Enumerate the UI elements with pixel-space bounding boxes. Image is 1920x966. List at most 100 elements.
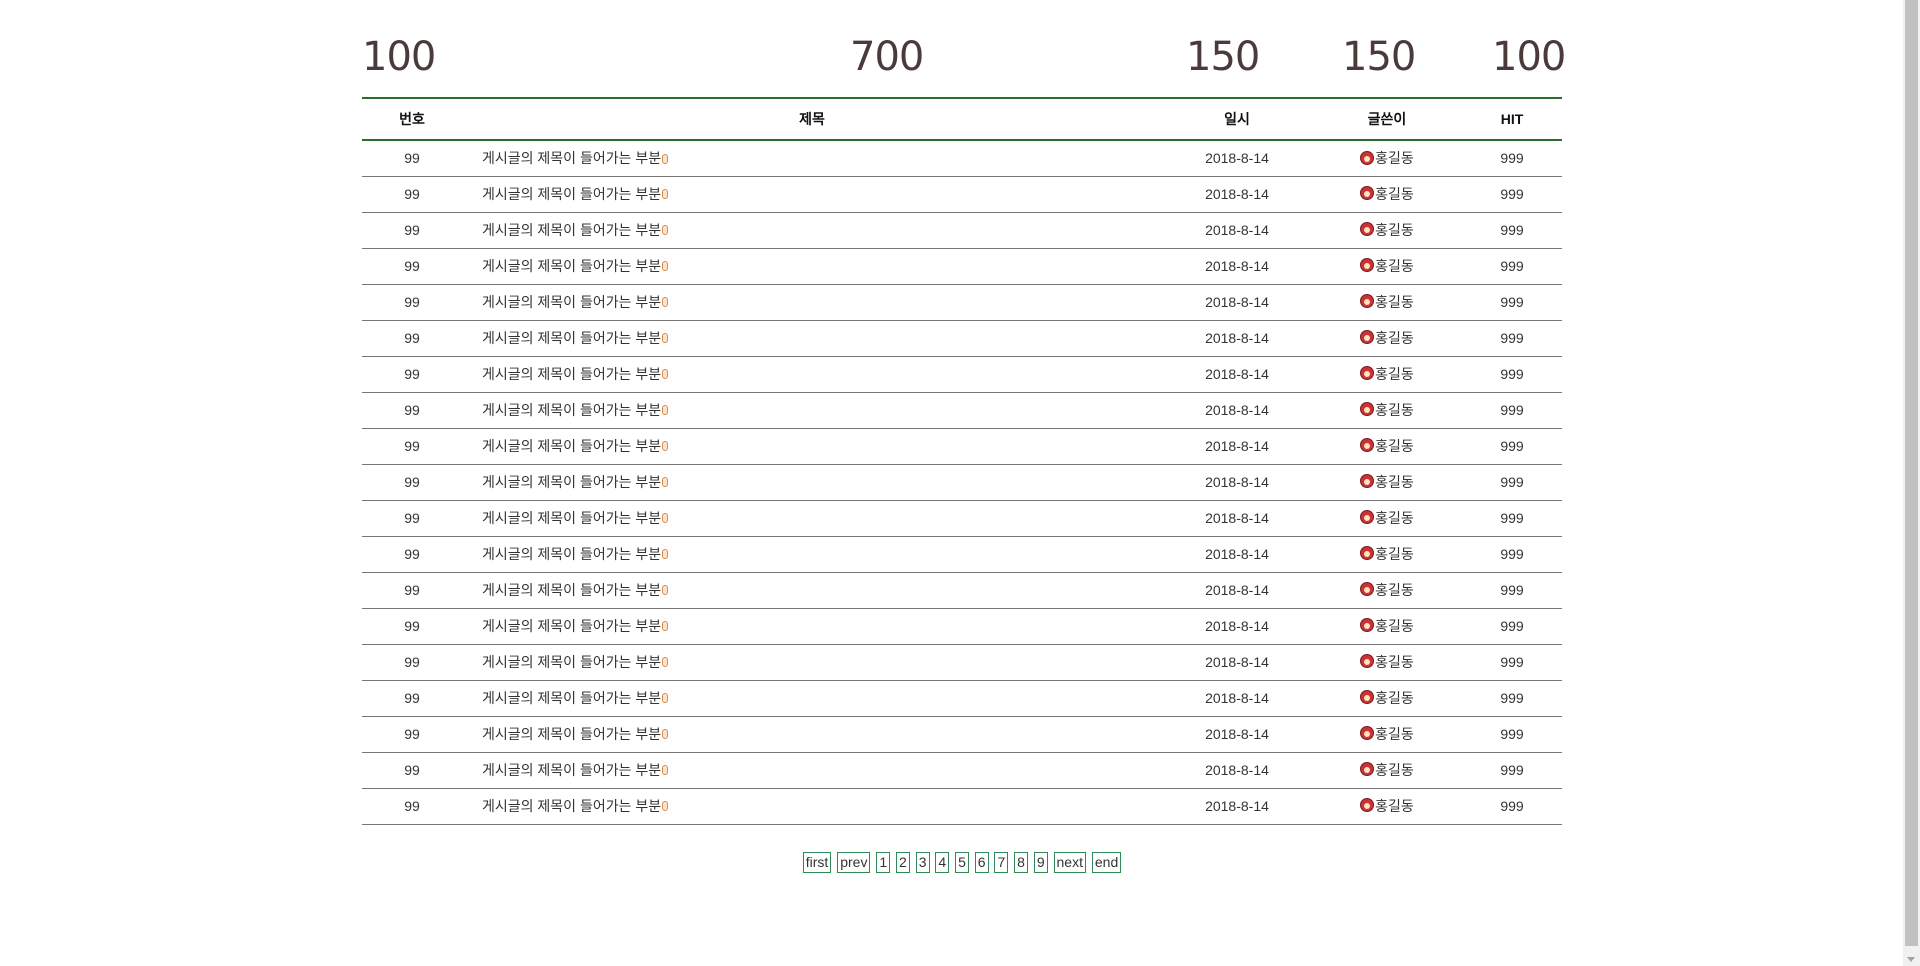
- table-row[interactable]: 99 게시글의 제목이 들어가는 부분 2018-8-14 홍길동 999: [362, 248, 1562, 284]
- new-icon: [662, 765, 669, 776]
- row-title-link[interactable]: 게시글의 제목이 들어가는 부분: [482, 402, 661, 418]
- row-title-link[interactable]: 게시글의 제목이 들어가는 부분: [482, 366, 661, 382]
- page-3-button[interactable]: 3: [915, 852, 930, 873]
- vertical-scrollbar[interactable]: [1903, 0, 1920, 966]
- table-row[interactable]: 99 게시글의 제목이 들어가는 부분 2018-8-14 홍길동 999: [362, 140, 1562, 176]
- table-row[interactable]: 99 게시글의 제목이 들어가는 부분 2018-8-14 홍길동 999: [362, 212, 1562, 248]
- row-title-cell[interactable]: 게시글의 제목이 들어가는 부분: [462, 320, 1162, 356]
- row-title-cell[interactable]: 게시글의 제목이 들어가는 부분: [462, 212, 1162, 248]
- avatar-icon: [1360, 258, 1375, 273]
- row-title-cell[interactable]: 게시글의 제목이 들어가는 부분: [462, 500, 1162, 536]
- row-title-link[interactable]: 게시글의 제목이 들어가는 부분: [482, 798, 661, 814]
- pagination: first prev 1 2 3 4 5 6 7 8 9 next end: [0, 852, 1920, 873]
- row-title-link[interactable]: 게시글의 제목이 들어가는 부분: [482, 726, 661, 742]
- row-title-cell[interactable]: 게시글의 제목이 들어가는 부분: [462, 536, 1162, 572]
- table-row[interactable]: 99 게시글의 제목이 들어가는 부분 2018-8-14 홍길동 999: [362, 536, 1562, 572]
- row-title-link[interactable]: 게시글의 제목이 들어가는 부분: [482, 510, 661, 526]
- row-date: 2018-8-14: [1205, 798, 1269, 814]
- table-row[interactable]: 99 게시글의 제목이 들어가는 부분 2018-8-14 홍길동 999: [362, 392, 1562, 428]
- table-row[interactable]: 99 게시글의 제목이 들어가는 부분 2018-8-14 홍길동 999: [362, 680, 1562, 716]
- page-7-button[interactable]: 7: [994, 852, 1009, 873]
- page-1-button[interactable]: 1: [876, 852, 891, 873]
- row-title-cell[interactable]: 게시글의 제목이 들어가는 부분: [462, 356, 1162, 392]
- row-title-link[interactable]: 게시글의 제목이 들어가는 부분: [482, 186, 661, 202]
- row-title-link[interactable]: 게시글의 제목이 들어가는 부분: [482, 582, 661, 598]
- width-label-num: 100: [362, 34, 436, 80]
- row-title-cell[interactable]: 게시글의 제목이 들어가는 부분: [462, 752, 1162, 788]
- page-9-button[interactable]: 9: [1033, 852, 1048, 873]
- page-prev-button[interactable]: prev: [837, 852, 871, 873]
- table-row[interactable]: 99 게시글의 제목이 들어가는 부분 2018-8-14 홍길동 999: [362, 428, 1562, 464]
- row-title-link[interactable]: 게시글의 제목이 들어가는 부분: [482, 150, 661, 166]
- page-8-button[interactable]: 8: [1014, 852, 1028, 873]
- new-icon: [662, 369, 669, 380]
- row-author: 홍길동: [1375, 726, 1414, 742]
- new-icon: [662, 225, 669, 236]
- new-icon: [662, 405, 669, 416]
- row-title-cell[interactable]: 게시글의 제목이 들어가는 부분: [462, 464, 1162, 500]
- row-title-link[interactable]: 게시글의 제목이 들어가는 부분: [482, 546, 661, 562]
- row-title-cell[interactable]: 게시글의 제목이 들어가는 부분: [462, 248, 1162, 284]
- avatar-icon: [1360, 546, 1375, 561]
- row-title-link[interactable]: 게시글의 제목이 들어가는 부분: [482, 330, 661, 346]
- row-hit: 999: [1500, 294, 1524, 310]
- new-icon: [662, 297, 669, 308]
- page-4-button[interactable]: 4: [935, 852, 950, 873]
- row-title-link[interactable]: 게시글의 제목이 들어가는 부분: [482, 222, 661, 238]
- table-row[interactable]: 99 게시글의 제목이 들어가는 부분 2018-8-14 홍길동 999: [362, 716, 1562, 752]
- page-6-button[interactable]: 6: [974, 852, 989, 873]
- row-hit: 999: [1500, 258, 1524, 274]
- row-num: 99: [404, 150, 420, 167]
- row-title-cell[interactable]: 게시글의 제목이 들어가는 부분: [462, 176, 1162, 212]
- table-row[interactable]: 99 게시글의 제목이 들어가는 부분 2018-8-14 홍길동 999: [362, 320, 1562, 356]
- table-row[interactable]: 99 게시글의 제목이 들어가는 부분 2018-8-14 홍길동 999: [362, 464, 1562, 500]
- row-author: 홍길동: [1375, 798, 1414, 814]
- row-author: 홍길동: [1375, 150, 1414, 167]
- row-author-cell: 홍길동: [1312, 680, 1462, 716]
- table-row[interactable]: 99 게시글의 제목이 들어가는 부분 2018-8-14 홍길동 999: [362, 788, 1562, 824]
- table-row[interactable]: 99 게시글의 제목이 들어가는 부분 2018-8-14 홍길동 999: [362, 356, 1562, 392]
- row-date: 2018-8-14: [1205, 186, 1269, 202]
- row-title-cell[interactable]: 게시글의 제목이 들어가는 부분: [462, 680, 1162, 716]
- row-date: 2018-8-14: [1205, 330, 1269, 346]
- table-row[interactable]: 99 게시글의 제목이 들어가는 부분 2018-8-14 홍길동 999: [362, 500, 1562, 536]
- row-title-link[interactable]: 게시글의 제목이 들어가는 부분: [482, 618, 661, 634]
- row-author-cell: 홍길동: [1312, 212, 1462, 248]
- page-first-button[interactable]: first: [802, 852, 832, 873]
- page-end-button[interactable]: end: [1091, 852, 1122, 873]
- row-title-cell[interactable]: 게시글의 제목이 들어가는 부분: [462, 716, 1162, 752]
- row-title-link[interactable]: 게시글의 제목이 들어가는 부분: [482, 654, 661, 670]
- table-row[interactable]: 99 게시글의 제목이 들어가는 부분 2018-8-14 홍길동 999: [362, 608, 1562, 644]
- row-date: 2018-8-14: [1205, 474, 1269, 490]
- page-2-button[interactable]: 2: [896, 852, 910, 873]
- row-title-cell[interactable]: 게시글의 제목이 들어가는 부분: [462, 140, 1162, 176]
- table-row[interactable]: 99 게시글의 제목이 들어가는 부분 2018-8-14 홍길동 999: [362, 284, 1562, 320]
- row-title-cell[interactable]: 게시글의 제목이 들어가는 부분: [462, 428, 1162, 464]
- row-date: 2018-8-14: [1205, 582, 1269, 598]
- table-row[interactable]: 99 게시글의 제목이 들어가는 부분 2018-8-14 홍길동 999: [362, 644, 1562, 680]
- row-title-link[interactable]: 게시글의 제목이 들어가는 부분: [482, 294, 661, 310]
- row-title-cell[interactable]: 게시글의 제목이 들어가는 부분: [462, 572, 1162, 608]
- row-hit: 999: [1500, 582, 1524, 598]
- row-date: 2018-8-14: [1205, 258, 1269, 274]
- scroll-down-arrow-icon[interactable]: [1907, 957, 1915, 962]
- row-title-cell[interactable]: 게시글의 제목이 들어가는 부분: [462, 608, 1162, 644]
- row-title-link[interactable]: 게시글의 제목이 들어가는 부분: [482, 762, 661, 778]
- row-title-cell[interactable]: 게시글의 제목이 들어가는 부분: [462, 788, 1162, 824]
- avatar-icon: [1360, 222, 1375, 237]
- row-title-link[interactable]: 게시글의 제목이 들어가는 부분: [482, 690, 661, 706]
- table-row[interactable]: 99 게시글의 제목이 들어가는 부분 2018-8-14 홍길동 999: [362, 752, 1562, 788]
- scrollbar-thumb[interactable]: [1905, 0, 1918, 946]
- row-title-link[interactable]: 게시글의 제목이 들어가는 부분: [482, 474, 661, 490]
- page-5-button[interactable]: 5: [955, 852, 969, 873]
- table-row[interactable]: 99 게시글의 제목이 들어가는 부분 2018-8-14 홍길동 999: [362, 572, 1562, 608]
- page-next-button[interactable]: next: [1053, 852, 1086, 873]
- row-title-cell[interactable]: 게시글의 제목이 들어가는 부분: [462, 644, 1162, 680]
- row-title-link[interactable]: 게시글의 제목이 들어가는 부분: [482, 438, 661, 454]
- table-row[interactable]: 99 게시글의 제목이 들어가는 부분 2018-8-14 홍길동 999: [362, 176, 1562, 212]
- row-title-cell[interactable]: 게시글의 제목이 들어가는 부분: [462, 284, 1162, 320]
- row-title-link[interactable]: 게시글의 제목이 들어가는 부분: [482, 258, 661, 274]
- new-icon: [662, 621, 669, 632]
- row-title-cell[interactable]: 게시글의 제목이 들어가는 부분: [462, 392, 1162, 428]
- row-date: 2018-8-14: [1205, 402, 1269, 418]
